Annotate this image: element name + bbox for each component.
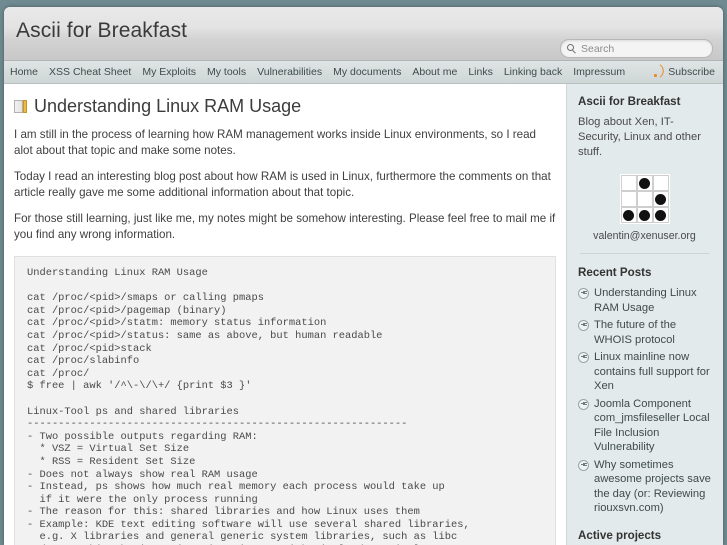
arrow-right-icon xyxy=(578,398,589,410)
glider-cell xyxy=(636,175,653,191)
page-title: Understanding Linux RAM Usage xyxy=(14,96,566,116)
nav-item-xss-cheat-sheet[interactable]: XSS Cheat Sheet xyxy=(49,61,131,83)
nav-item-vulnerabilities[interactable]: Vulnerabilities xyxy=(257,61,322,83)
site-header: Ascii for Breakfast xyxy=(4,7,723,61)
sidebar-divider xyxy=(580,253,709,254)
nav-item-linking-back[interactable]: Linking back xyxy=(504,61,562,83)
recent-posts-list: Understanding Linux RAM Usage The future… xyxy=(578,286,711,516)
glider-cell xyxy=(652,175,669,191)
recent-post-link[interactable]: Linux mainline now contains full support… xyxy=(594,350,711,394)
post-title-text: Understanding Linux RAM Usage xyxy=(34,96,302,116)
list-item[interactable]: Linux mainline now contains full support… xyxy=(578,350,711,394)
glider-cell xyxy=(652,191,669,207)
glider-cell xyxy=(636,207,653,223)
list-item[interactable]: The future of the WHOIS protocol xyxy=(578,318,711,347)
search-input[interactable] xyxy=(581,42,716,55)
arrow-right-icon xyxy=(578,352,589,363)
arrow-right-icon xyxy=(578,459,589,471)
list-item[interactable]: Understanding Linux RAM Usage xyxy=(578,286,711,315)
main-content: Understanding Linux RAM Usage I am still… xyxy=(4,84,566,545)
sidebar: Ascii for Breakfast Blog about Xen, IT-S… xyxy=(566,84,723,545)
list-item[interactable]: Joomla Component com_jmsfileseller Local… xyxy=(578,397,711,455)
glider-cell xyxy=(620,191,637,207)
sidebar-email[interactable]: valentin@xenuser.org xyxy=(578,230,711,242)
rss-icon xyxy=(653,67,664,78)
page-columns: Understanding Linux RAM Usage I am still… xyxy=(4,84,723,545)
recent-post-link[interactable]: Joomla Component com_jmsfileseller Local… xyxy=(594,397,711,455)
sidebar-active-projects-heading: Active projects xyxy=(578,528,662,542)
search-box[interactable] xyxy=(560,39,716,58)
subscribe-button[interactable]: Subscribe xyxy=(653,61,715,83)
recent-post-link[interactable]: The future of the WHOIS protocol xyxy=(594,318,711,347)
nav-item-impressum[interactable]: Impressum xyxy=(573,61,625,83)
nav-item-home[interactable]: Home xyxy=(10,61,38,83)
glider-cell xyxy=(636,191,653,207)
site-frame: Ascii for Breakfast Home XSS Cheat Sheet… xyxy=(4,7,723,545)
nav-item-about-me[interactable]: About me xyxy=(412,61,457,83)
glider-cell xyxy=(652,207,669,223)
glider-cell xyxy=(620,175,637,191)
list-item[interactable]: Why sometimes awesome projects save the … xyxy=(578,458,711,516)
recent-post-link[interactable]: Why sometimes awesome projects save the … xyxy=(594,458,711,516)
post-paragraph-1: I am still in the process of learning ho… xyxy=(14,128,536,157)
sidebar-about-heading: Ascii for Breakfast xyxy=(578,95,681,108)
page-root: Ascii for Breakfast Home XSS Cheat Sheet… xyxy=(0,0,727,545)
nav-item-links[interactable]: Links xyxy=(468,61,493,83)
nav-item-my-documents[interactable]: My documents xyxy=(333,61,401,83)
nav-item-my-exploits[interactable]: My Exploits xyxy=(142,61,196,83)
arrow-right-icon xyxy=(578,288,589,299)
recent-post-link[interactable]: Understanding Linux RAM Usage xyxy=(594,286,711,315)
book-icon xyxy=(14,99,27,113)
code-block: Understanding Linux RAM Usage cat /proc/… xyxy=(14,256,556,545)
main-navigation: Home XSS Cheat Sheet My Exploits My tool… xyxy=(4,61,723,84)
arrow-right-icon xyxy=(578,320,589,331)
site-title: Ascii for Breakfast xyxy=(16,19,188,42)
post-paragraph-2: Today I read an interesting blog post ab… xyxy=(14,170,551,199)
glider-logo xyxy=(619,174,670,224)
glider-cell xyxy=(620,207,637,223)
sidebar-about-description: Blog about Xen, IT-Security, Linux and o… xyxy=(578,116,701,158)
post-paragraph-3: For those still learning, just like me, … xyxy=(14,212,556,241)
subscribe-label: Subscribe xyxy=(668,66,715,78)
search-icon xyxy=(567,44,576,53)
sidebar-recent-posts-heading: Recent Posts xyxy=(578,266,652,279)
nav-item-my-tools[interactable]: My tools xyxy=(207,61,246,83)
